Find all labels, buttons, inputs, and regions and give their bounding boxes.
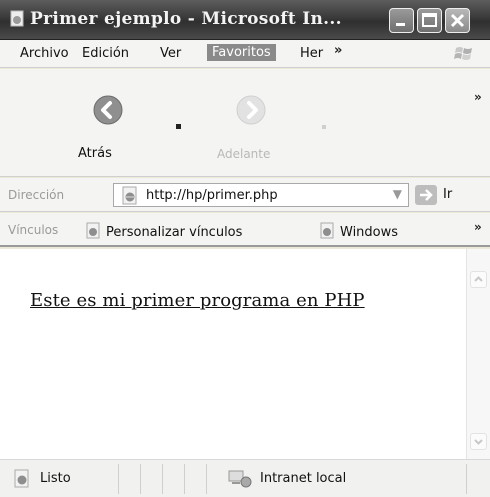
status-bar: Listo Intranet local (0, 459, 490, 497)
window-title: Primer ejemplo - Microsoft In... (30, 9, 342, 29)
go-button[interactable] (415, 185, 437, 205)
menu-ver[interactable]: Ver (160, 46, 181, 61)
title-bar[interactable]: Primer ejemplo - Microsoft In... (0, 0, 490, 40)
links-overflow-chevron[interactable]: » (474, 220, 482, 234)
status-text: Listo (40, 471, 71, 486)
page-status-icon (14, 469, 29, 488)
scroll-down-button[interactable] (470, 433, 487, 450)
address-input[interactable]: http://hp/primer.php ▼ (113, 183, 409, 207)
standard-toolbar: Atrás Adelante » (0, 69, 490, 177)
menu-herramientas[interactable]: Her (300, 46, 323, 61)
vertical-scrollbar[interactable] (466, 249, 490, 459)
maximize-icon (422, 13, 437, 27)
chevron-up-icon (474, 276, 483, 282)
minimize-button[interactable] (389, 8, 414, 33)
scroll-up-button[interactable] (470, 271, 487, 288)
link-windows-label: Windows (340, 225, 399, 240)
forward-arrow-icon (236, 95, 266, 125)
page-icon (320, 222, 334, 239)
toolbar-overflow-chevron[interactable]: » (474, 90, 482, 104)
address-url: http://hp/primer.php (146, 188, 278, 203)
link-personalizar-label: Personalizar vínculos (106, 225, 243, 240)
windows-logo-icon (454, 47, 472, 60)
forward-dropdown-icon[interactable] (322, 125, 327, 130)
close-icon (450, 13, 465, 28)
intranet-zone-icon (228, 470, 252, 488)
menu-favoritos[interactable]: Favoritos (207, 44, 276, 61)
address-bar: Dirección http://hp/primer.php ▼ Ir (0, 178, 490, 212)
menu-overflow-chevron[interactable]: » (334, 43, 342, 58)
status-divider (118, 464, 119, 494)
back-arrow-icon (93, 95, 123, 125)
forward-button[interactable] (235, 94, 267, 130)
forward-label: Adelante (217, 147, 271, 161)
page-text: Este es mi primer programa en PHP (30, 290, 365, 311)
security-zone-label: Intranet local (260, 471, 347, 486)
link-windows[interactable]: Windows (318, 222, 398, 240)
chevron-down-icon (474, 439, 483, 445)
close-button[interactable] (445, 8, 470, 33)
page-content: Este es mi primer programa en PHP (0, 249, 466, 459)
status-divider (206, 464, 207, 494)
ie-page-icon (10, 10, 24, 27)
address-dropdown-icon[interactable]: ▼ (393, 187, 402, 201)
menu-edicion[interactable]: Edición (82, 46, 129, 61)
links-bar: Vínculos Personalizar vínculos Windows » (0, 213, 490, 247)
back-button[interactable] (92, 94, 124, 130)
browser-window: Primer ejemplo - Microsoft In... Archivo… (0, 0, 490, 497)
minimize-icon (396, 23, 405, 26)
page-icon (86, 222, 100, 239)
menu-archivo[interactable]: Archivo (20, 46, 69, 61)
link-personalizar[interactable]: Personalizar vínculos (84, 222, 242, 240)
go-label[interactable]: Ir (443, 187, 452, 202)
page-icon (122, 186, 137, 205)
go-arrow-icon (420, 189, 433, 201)
links-label: Vínculos (8, 223, 59, 237)
status-divider (162, 464, 163, 494)
maximize-button[interactable] (417, 8, 442, 33)
status-divider (140, 464, 141, 494)
address-label: Dirección (8, 188, 65, 202)
back-label: Atrás (78, 146, 112, 161)
status-divider (466, 464, 467, 494)
status-divider (184, 464, 185, 494)
menu-bar: Archivo Edición Ver Favoritos Her » (0, 40, 490, 68)
back-dropdown-icon[interactable] (176, 124, 182, 130)
